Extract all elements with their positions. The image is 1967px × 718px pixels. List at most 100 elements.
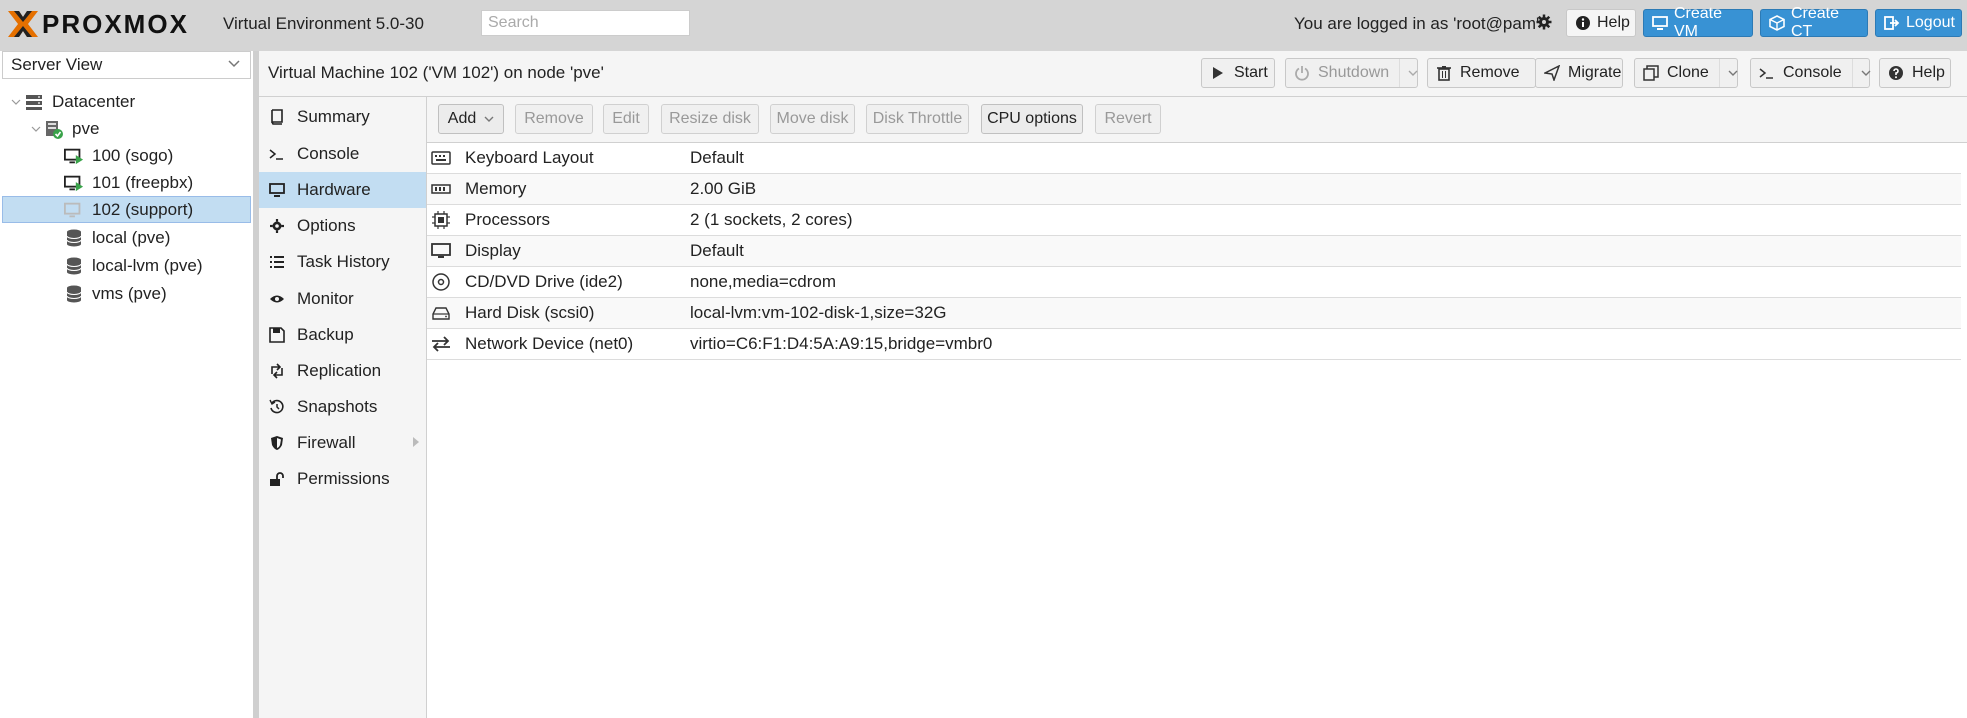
create-ct-button[interactable]: Create CT [1760, 5, 1868, 40]
proxmox-logo: PROXMOX [6, 9, 189, 39]
hardware-row-keyboard[interactable]: Keyboard Layout Default [427, 143, 1961, 174]
nav-item-permissions[interactable]: Permissions [259, 461, 426, 497]
hardware-row-processors[interactable]: Processors 2 (1 sockets, 2 cores) [427, 205, 1961, 236]
cube-icon [1769, 15, 1785, 31]
remove-button[interactable]: Remove [515, 104, 593, 134]
clone-icon [1643, 65, 1659, 81]
nav-item-label: Monitor [297, 289, 354, 308]
edit-label: Edit [612, 110, 640, 127]
chevron-down-icon [228, 60, 240, 68]
nav-item-options[interactable]: Options [259, 208, 426, 244]
collapse-toggle-icon[interactable] [10, 96, 22, 108]
start-button[interactable]: Start [1201, 58, 1275, 88]
play-icon [1210, 65, 1226, 81]
tree-item-label: Datacenter [52, 91, 136, 111]
create-vm-button[interactable]: Create VM [1643, 5, 1753, 40]
remove-label: Remove [524, 110, 584, 127]
tree-item-datacenter[interactable]: Datacenter [2, 88, 251, 115]
nav-item-monitor[interactable]: Monitor [259, 281, 426, 317]
hardware-row-harddisk[interactable]: Hard Disk (scsi0) local-lvm:vm-102-disk-… [427, 298, 1961, 329]
create-vm-label: Create VM [1674, 5, 1723, 40]
logout-label: Logout [1906, 14, 1955, 31]
nav-item-firewall[interactable]: Firewall [259, 425, 426, 461]
tree-item-vm-102[interactable]: 102 (support) [2, 196, 251, 223]
console-menu-toggle[interactable] [1851, 59, 1871, 87]
nav-item-label: Permissions [297, 469, 390, 488]
nav-item-label: Summary [297, 107, 370, 126]
user-settings-gear-icon[interactable] [1536, 14, 1552, 30]
shutdown-menu-toggle[interactable] [1399, 59, 1418, 87]
nav-item-summary[interactable]: Summary [259, 99, 426, 135]
console-label: Console [1783, 64, 1842, 81]
server-view-select[interactable]: Server View [2, 51, 251, 79]
unlock-icon [269, 471, 285, 487]
clone-menu-toggle[interactable] [1718, 59, 1738, 87]
nav-item-task-history[interactable]: Task History [259, 244, 426, 280]
top-help-button[interactable]: Help [1566, 9, 1636, 37]
vm-help-button[interactable]: Help [1879, 58, 1951, 88]
nav-item-console[interactable]: Console [259, 136, 426, 172]
question-icon [1888, 65, 1904, 81]
edit-button[interactable]: Edit [603, 104, 649, 134]
remove-vm-button[interactable]: Remove [1427, 58, 1536, 88]
nav-item-backup[interactable]: Backup [259, 317, 426, 353]
tree-item-vm-100[interactable]: 100 (sogo) [2, 142, 251, 169]
revert-label: Revert [1104, 110, 1152, 127]
shutdown-button[interactable]: Shutdown [1285, 58, 1418, 88]
migrate-button[interactable]: Migrate [1535, 58, 1623, 88]
tree-item-label: 102 (support) [92, 199, 194, 219]
chevron-down-icon [1408, 70, 1418, 76]
resize-disk-button[interactable]: Resize disk [661, 104, 759, 134]
nav-item-label: Hardware [297, 180, 371, 199]
collapse-toggle-icon[interactable] [30, 123, 42, 135]
nav-item-hardware[interactable]: Hardware [259, 172, 426, 208]
move-disk-label: Move disk [776, 110, 849, 127]
brand-name: PROXMOX [42, 8, 189, 39]
hardware-key: CD/DVD Drive (ide2) [465, 272, 623, 291]
disk-throttle-button[interactable]: Disk Throttle [866, 104, 969, 134]
tree-item-storage-local[interactable]: local (pve) [2, 224, 251, 251]
hardware-value: 2.00 GiB [690, 179, 757, 198]
expand-arrow-icon[interactable] [412, 436, 420, 448]
storage-icon [64, 228, 84, 248]
tree-item-storage-local-lvm[interactable]: local-lvm (pve) [2, 252, 251, 279]
hardware-key: Processors [465, 210, 551, 229]
storage-icon [64, 284, 84, 304]
tree-item-pve[interactable]: pve [2, 115, 251, 142]
hardware-key: Keyboard Layout [465, 148, 594, 167]
hardware-key: Memory [465, 179, 527, 198]
cpu-options-button[interactable]: CPU options [981, 104, 1083, 134]
tree-item-vm-101[interactable]: 101 (freepbx) [2, 169, 251, 196]
top-help-label: Help [1597, 14, 1630, 31]
send-icon [1544, 65, 1560, 81]
storage-icon [64, 256, 84, 276]
sign-out-icon [1884, 15, 1900, 31]
move-disk-button[interactable]: Move disk [770, 104, 855, 134]
clone-button[interactable]: Clone [1634, 58, 1738, 88]
nav-item-replication[interactable]: Replication [259, 353, 426, 389]
hardware-row-memory[interactable]: Memory 2.00 GiB [427, 174, 1961, 205]
hardware-row-cdrom[interactable]: CD/DVD Drive (ide2) none,media=cdrom [427, 267, 1961, 298]
nav-item-snapshots[interactable]: Snapshots [259, 389, 426, 425]
history-icon [269, 399, 285, 415]
hardware-value: Default [690, 148, 744, 167]
hardware-row-network[interactable]: Network Device (net0) virtio=C6:F1:D4:5A… [427, 329, 1961, 360]
console-button[interactable]: Console [1750, 58, 1871, 88]
chevron-down-icon [1728, 70, 1738, 76]
logout-button[interactable]: Logout [1875, 9, 1962, 37]
hardware-key: Display [465, 241, 521, 260]
tree-item-storage-vms[interactable]: vms (pve) [2, 280, 251, 307]
chevron-down-icon [1861, 70, 1871, 76]
list-icon [269, 254, 285, 270]
desktop-icon [1652, 15, 1668, 31]
search-input[interactable] [481, 10, 690, 36]
hardware-value: Default [690, 241, 744, 260]
book-icon [269, 109, 285, 125]
terminal-icon [1759, 65, 1775, 81]
trash-icon [1436, 65, 1452, 81]
add-button[interactable]: Add [438, 104, 504, 134]
hardware-key: Network Device (net0) [465, 334, 634, 353]
revert-button[interactable]: Revert [1095, 104, 1161, 134]
disk-throttle-label: Disk Throttle [872, 110, 963, 127]
hardware-row-display[interactable]: Display Default [427, 236, 1961, 267]
